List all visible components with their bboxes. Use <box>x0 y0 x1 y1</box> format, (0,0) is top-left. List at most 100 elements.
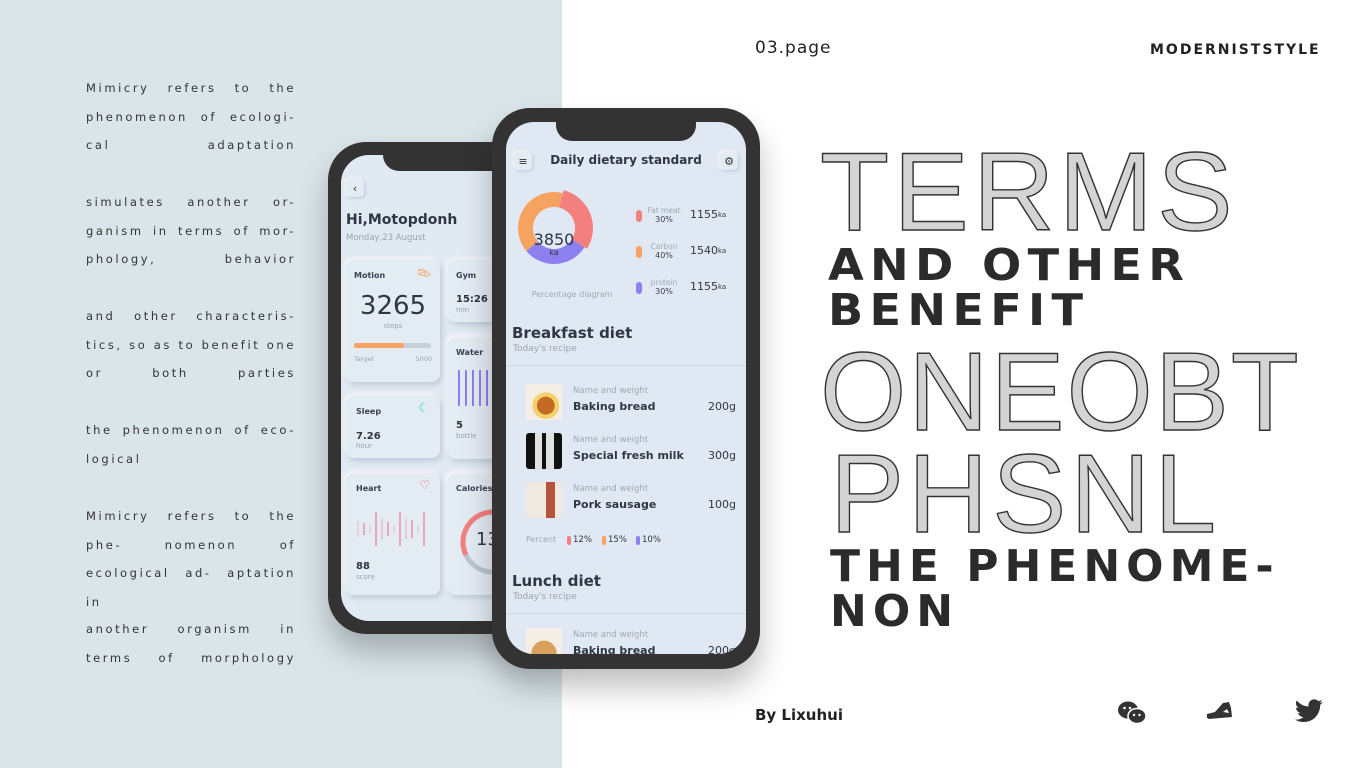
headline-terms: TERMS <box>819 130 1237 254</box>
front-phone: ≡ Daily dietary standard ⚙ 3850 ka Perce… <box>492 108 760 669</box>
food-item[interactable]: Name and weight Special fresh milk 300g <box>526 433 736 473</box>
fat-pill <box>567 536 571 545</box>
gear-icon: ⚙ <box>724 154 734 168</box>
target-value: 5000 <box>415 355 432 363</box>
donut-unit: ka <box>549 248 559 257</box>
steps-unit: steps <box>383 322 403 330</box>
heart-card[interactable]: Heart ♡ 88 score <box>346 473 440 595</box>
paragraph: the phenomenon of eco- logical <box>86 423 296 466</box>
food-name: Baking bread <box>573 400 656 413</box>
water-unit: bottle <box>456 432 477 440</box>
date: Monday,23 August <box>346 233 426 243</box>
screen-title: Daily dietary standard <box>550 153 702 167</box>
breakfast-title: Breakfast diet <box>512 324 633 342</box>
paragraph: Mimicry refers to the phe- nomenon of ec… <box>86 509 296 609</box>
settings-button[interactable]: ⚙ <box>720 152 738 170</box>
card-title: Calories <box>456 484 493 493</box>
target-label: Target <box>354 355 375 363</box>
sleep-card[interactable]: Sleep ☾ 7.26 hour <box>346 396 440 458</box>
donut-total: 3850 <box>533 230 575 249</box>
legend-pct: 30% <box>655 287 673 296</box>
milk-image <box>526 433 562 469</box>
divider <box>506 365 746 366</box>
moon-icon: ☾ <box>418 401 430 416</box>
legend-name: Carbon <box>650 242 678 251</box>
carbon-pill <box>602 536 606 545</box>
paragraph: another organism in terms of morphology <box>86 622 296 665</box>
greeting: Hi,Motopdonh <box>346 212 458 228</box>
headline-phsnl: PHSNL <box>829 432 1221 556</box>
food-weight: 200g <box>708 644 736 654</box>
paragraph: simulates another or- ganism in terms of… <box>86 195 296 266</box>
legend-value: 1540 <box>690 244 718 257</box>
bread-image <box>526 384 562 420</box>
food-name: Pork sausage <box>573 498 657 511</box>
gym-value: 15:26 <box>456 294 488 305</box>
lunch-subtitle: Today's recipe <box>513 592 577 602</box>
divider <box>506 613 746 614</box>
paragraph: and other characteris- tics, so as to be… <box>86 309 296 380</box>
card-title: Heart <box>356 484 382 493</box>
chevron-left-icon: ‹ <box>352 181 358 195</box>
card-title: Gym <box>456 271 477 280</box>
back-button[interactable]: ‹ <box>346 179 364 197</box>
page-number: 03.page <box>755 38 832 58</box>
card-title: Motion <box>354 271 386 280</box>
breakfast-subtitle: Today's recipe <box>513 344 577 354</box>
donut-caption: Percentage diagram <box>531 290 613 299</box>
food-item[interactable]: Name and weight Baking bread 200g <box>526 384 736 424</box>
legend-unit: ka <box>718 247 727 255</box>
food-label: Name and weight <box>573 484 649 494</box>
card-title: Sleep <box>356 407 382 416</box>
food-weight: 200g <box>708 400 736 413</box>
legend-name: Fat meat <box>647 206 681 215</box>
headline-benefit: BENEFIT <box>828 285 1090 336</box>
water-bars <box>458 370 488 406</box>
legend-pct: 40% <box>655 251 673 260</box>
legend-name: protein <box>650 278 678 287</box>
food-item[interactable]: Name and weight Baking bread 200g <box>526 628 736 654</box>
food-label: Name and weight <box>573 435 649 445</box>
heart-value: 88 <box>356 561 370 572</box>
sneaker-icon[interactable] <box>1205 700 1237 722</box>
legend-value: 1155 <box>690 280 718 293</box>
percent-value: 12% <box>573 535 592 545</box>
food-item[interactable]: Name and weight Pork sausage 100g <box>526 482 736 522</box>
legend-unit: ka <box>718 211 727 219</box>
percent-value: 10% <box>642 535 661 545</box>
heart-unit: score <box>356 573 375 581</box>
percent-value: 15% <box>608 535 627 545</box>
front-phone-screen: ≡ Daily dietary standard ⚙ 3850 ka Perce… <box>506 122 746 654</box>
heart-wave <box>357 512 425 546</box>
legend-value: 1155 <box>690 208 718 221</box>
twitter-icon[interactable] <box>1294 699 1324 725</box>
percent-label: Percent <box>526 535 557 544</box>
motion-card[interactable]: Motion 👟︎ 3265 steps Target 5000 <box>346 260 440 382</box>
food-name: Special fresh milk <box>573 449 684 462</box>
legend-pct: 30% <box>655 215 673 224</box>
legend-swatch <box>636 282 642 294</box>
sneaker-icon: 👟︎ <box>416 266 432 280</box>
food-label: Name and weight <box>573 630 649 640</box>
headline-the-phenome: THE PHENOME- <box>830 541 1280 592</box>
brand-logo: MODERNISTSTYLE <box>1150 42 1321 58</box>
bread-image <box>526 628 562 654</box>
headline-and-other: AND OTHER <box>828 240 1191 291</box>
legend-swatch <box>636 246 642 258</box>
food-label: Name and weight <box>573 386 649 396</box>
author: By Lixuhui <box>755 706 843 724</box>
sausage-image <box>526 482 562 518</box>
protein-pill <box>636 536 640 545</box>
legend-unit: ka <box>718 283 727 291</box>
sleep-value: 7.26 <box>356 431 381 442</box>
card-title: Water <box>456 348 484 357</box>
paragraph: Mimicry refers to the phenomenon of ecol… <box>86 81 296 152</box>
lunch-title: Lunch diet <box>512 572 601 590</box>
sleep-unit: hour <box>356 442 373 450</box>
wechat-icon[interactable] <box>1117 700 1147 726</box>
gym-unit: min <box>456 306 470 314</box>
headline-non: NON <box>830 586 960 637</box>
water-value: 5 <box>456 420 463 431</box>
notch <box>556 122 696 141</box>
heart-pulse-icon: ♡ <box>419 478 430 492</box>
